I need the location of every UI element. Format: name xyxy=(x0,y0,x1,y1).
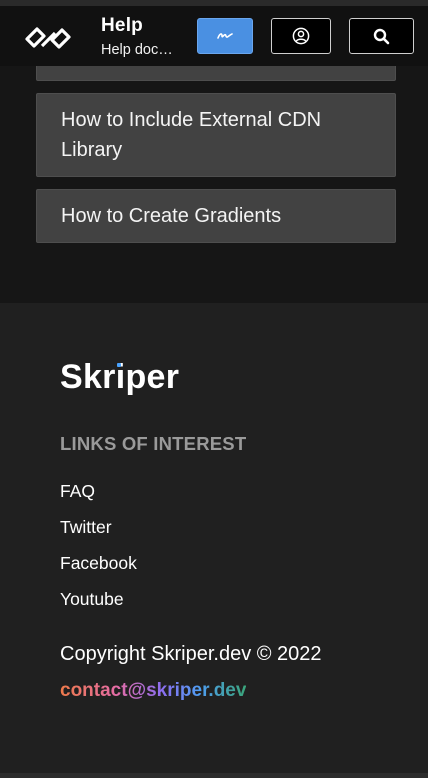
help-article-title: How to Create Gradients xyxy=(61,205,282,227)
site-footer: Skriper LINKS OF INTEREST FAQ Twitter Fa… xyxy=(0,303,428,778)
search-icon xyxy=(373,28,390,44)
search-button[interactable] xyxy=(349,18,414,54)
account-button[interactable] xyxy=(271,18,331,54)
bottom-strip xyxy=(0,773,428,778)
signature-button[interactable] xyxy=(197,18,253,54)
help-articles-section: How to Include External CDN Library How … xyxy=(0,56,428,303)
brand-dot xyxy=(117,363,121,367)
skriper-logo-icon[interactable] xyxy=(22,20,74,56)
page-subtitle: Help doc… xyxy=(101,42,173,58)
user-icon xyxy=(292,27,310,45)
footer-link-faq[interactable]: FAQ xyxy=(60,481,95,502)
help-article-title: How to Include External CDN Library xyxy=(61,109,322,161)
help-article-card[interactable]: How to Create Gradients xyxy=(36,189,396,243)
footer-link-youtube[interactable]: Youtube xyxy=(60,589,124,610)
footer-link-facebook[interactable]: Facebook xyxy=(60,553,137,574)
help-article-card[interactable]: How to Include External CDN Library xyxy=(36,93,396,177)
contact-email-link[interactable]: contact@skriper.dev xyxy=(60,680,246,702)
signature-icon xyxy=(217,33,233,39)
footer-link-twitter[interactable]: Twitter xyxy=(60,517,112,538)
page-title: Help xyxy=(101,15,143,36)
links-heading: LINKS OF INTEREST xyxy=(60,433,247,454)
app-header: Help Help doc… xyxy=(0,6,428,66)
copyright-text: Copyright Skriper.dev © 2022 xyxy=(60,643,322,665)
